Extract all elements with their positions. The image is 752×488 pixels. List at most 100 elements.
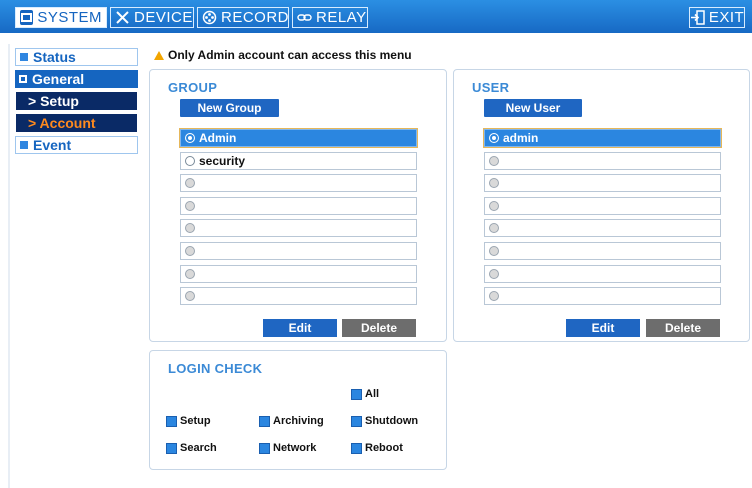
sidebar-item-label: > Account: [28, 115, 96, 131]
radio-icon: [489, 291, 499, 302]
square-bullet-icon: [20, 53, 28, 61]
group-row[interactable]: [180, 174, 417, 193]
group-row[interactable]: [180, 287, 417, 306]
group-delete-button[interactable]: Delete: [342, 319, 416, 337]
login-check-reboot[interactable]: Reboot: [351, 442, 403, 454]
group-panel: GROUP New Group Admin security Edit Dele…: [149, 69, 447, 342]
user-delete-button[interactable]: Delete: [646, 319, 720, 337]
user-row-label: admin: [503, 131, 539, 145]
login-check-archiving[interactable]: Archiving: [259, 415, 324, 427]
radio-icon: [489, 155, 499, 166]
user-title: USER: [472, 80, 510, 95]
group-edit-button[interactable]: Edit: [263, 319, 337, 337]
sidebar-item-label: General: [32, 71, 85, 87]
radio-icon: [489, 223, 499, 234]
group-row-label: Admin: [199, 131, 237, 145]
notice-text: Only Admin account can access this menu: [168, 48, 412, 62]
user-list: admin: [484, 129, 721, 310]
sidebar-item-label: Event: [33, 137, 72, 153]
group-row[interactable]: [180, 196, 417, 215]
checkbox-icon: [166, 415, 177, 427]
group-row[interactable]: Admin: [180, 129, 417, 147]
radio-icon: [185, 245, 195, 256]
login-check-all[interactable]: All: [351, 388, 379, 400]
sidebar-item-account[interactable]: > Account: [16, 114, 137, 132]
checkbox-label: All: [365, 388, 380, 400]
user-row[interactable]: [484, 264, 721, 283]
square-bullet-icon: [20, 141, 28, 149]
left-divider: [8, 44, 10, 488]
radio-icon: [489, 245, 499, 256]
sidebar-item-event[interactable]: Event: [15, 136, 138, 154]
group-list: Admin security: [180, 129, 417, 310]
admin-notice: Only Admin account can access this menu: [154, 48, 412, 62]
sidebar-item-label: > Setup: [28, 93, 79, 109]
checkbox-label: Setup: [180, 415, 211, 427]
radio-icon: [489, 268, 499, 279]
exit-icon: [690, 10, 705, 25]
tools-icon: [115, 10, 130, 25]
radio-icon: [185, 223, 195, 234]
login-check-search[interactable]: Search: [166, 442, 217, 454]
radio-icon: [185, 155, 195, 166]
checkbox-label: Reboot: [365, 442, 403, 454]
radio-icon: [489, 200, 499, 211]
checkbox-icon: [351, 415, 362, 427]
checkbox-label: Archiving: [273, 415, 324, 427]
login-check-setup[interactable]: Setup: [166, 415, 211, 427]
group-title: GROUP: [168, 80, 218, 95]
user-row[interactable]: [484, 219, 721, 238]
user-row[interactable]: [484, 287, 721, 306]
new-group-button[interactable]: New Group: [180, 99, 279, 117]
tab-device-label: DEVICE: [134, 9, 193, 26]
checkbox-label: Network: [273, 442, 317, 454]
top-menu-bar: SYSTEM DEVICE RECORD RELAY EXIT: [0, 0, 752, 33]
group-row-label: security: [199, 153, 246, 168]
checkbox-icon: [259, 415, 270, 427]
group-row[interactable]: security: [180, 151, 417, 170]
radio-icon: [489, 178, 499, 189]
checkbox-label: Shutdown: [365, 415, 419, 427]
tab-system[interactable]: SYSTEM: [15, 7, 107, 28]
tab-relay[interactable]: RELAY: [292, 7, 368, 28]
user-row[interactable]: [484, 241, 721, 260]
group-row[interactable]: [180, 241, 417, 260]
link-icon: [297, 10, 312, 25]
radio-icon: [185, 291, 195, 302]
sidebar-item-label: Status: [33, 49, 76, 65]
checkbox-icon: [259, 442, 270, 454]
tab-record-label: RECORD: [221, 9, 290, 26]
user-row[interactable]: [484, 174, 721, 193]
sidebar-item-general[interactable]: General: [15, 70, 138, 88]
monitor-icon: [20, 10, 34, 25]
login-check-shutdown[interactable]: Shutdown: [351, 415, 418, 427]
checkbox-icon: [351, 388, 362, 400]
tab-device[interactable]: DEVICE: [110, 7, 194, 28]
login-check-network[interactable]: Network: [259, 442, 316, 454]
square-bullet-icon: [19, 75, 27, 83]
user-edit-button[interactable]: Edit: [566, 319, 640, 337]
radio-icon: [185, 268, 195, 279]
user-row[interactable]: [484, 196, 721, 215]
user-panel: USER New User admin Edit Delete: [453, 69, 750, 342]
radio-icon: [185, 178, 195, 189]
new-user-button[interactable]: New User: [484, 99, 582, 117]
user-row[interactable]: [484, 151, 721, 170]
sidebar-item-setup[interactable]: > Setup: [16, 92, 137, 110]
warning-icon: [154, 50, 164, 60]
checkbox-icon: [166, 442, 177, 454]
exit-label: EXIT: [708, 9, 745, 26]
user-row[interactable]: admin: [484, 129, 721, 147]
exit-button[interactable]: EXIT: [689, 7, 745, 28]
radio-icon: [185, 133, 195, 143]
tab-system-label: SYSTEM: [37, 9, 102, 26]
checkbox-icon: [351, 442, 362, 454]
group-row[interactable]: [180, 264, 417, 283]
radio-icon: [489, 133, 499, 143]
tab-record[interactable]: RECORD: [197, 7, 289, 28]
login-check-title: LOGIN CHECK: [168, 361, 263, 376]
checkbox-label: Search: [180, 442, 217, 454]
tab-relay-label: RELAY: [316, 9, 367, 26]
group-row[interactable]: [180, 219, 417, 238]
sidebar-item-status[interactable]: Status: [15, 48, 138, 66]
